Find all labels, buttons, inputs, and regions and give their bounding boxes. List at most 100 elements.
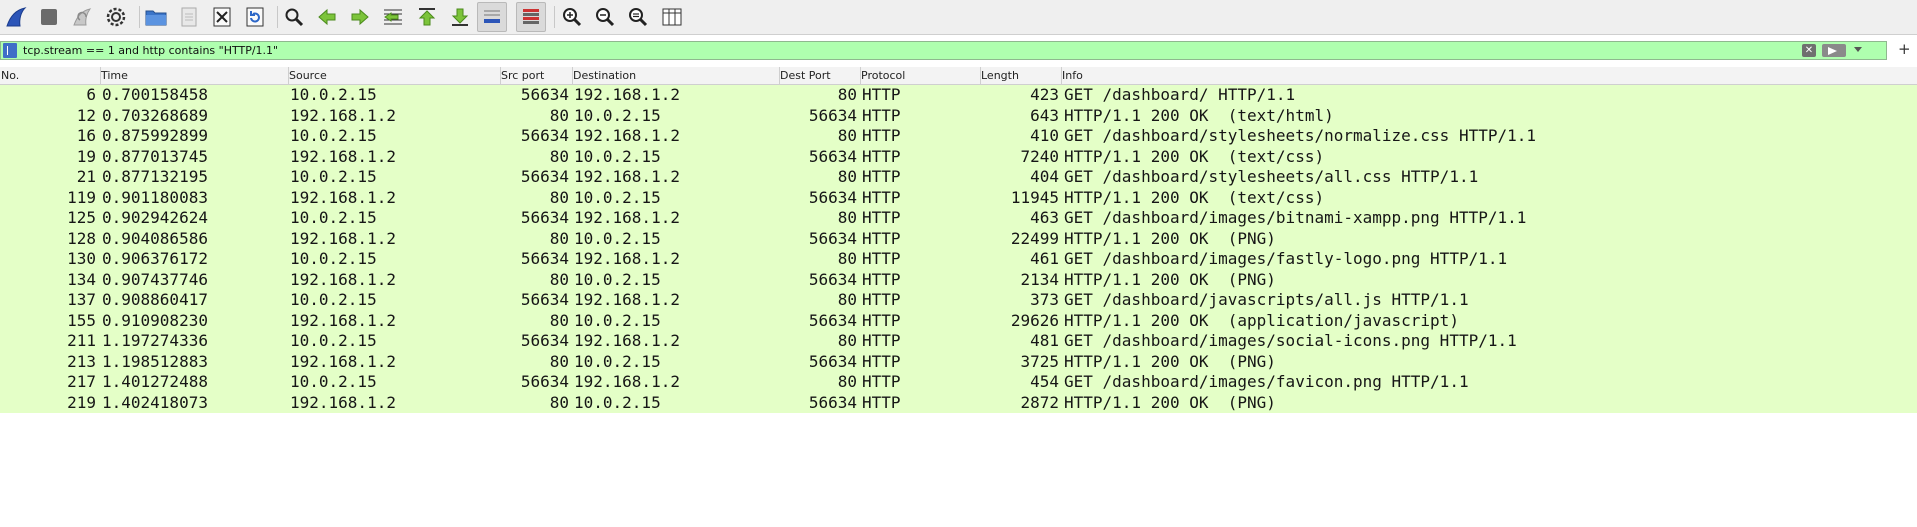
apply-filter-icon[interactable] — [1822, 44, 1846, 57]
filter-bookmark-icon[interactable] — [3, 43, 17, 58]
column-header-protocol[interactable]: Protocol — [860, 67, 980, 84]
cell-dest-port: 80 — [837, 126, 857, 145]
cell-time: 0.908860417 — [102, 290, 208, 309]
display-filter-text[interactable]: tcp.stream == 1 and http contains "HTTP/… — [23, 44, 278, 57]
cell-source: 10.0.2.15 — [290, 126, 377, 145]
cell-length: 410 — [1030, 126, 1059, 145]
packet-row[interactable]: 6 0.700158458 10.0.2.15 56634 192.168.1.2 80 H… — [0, 85, 1917, 106]
save-file-icon[interactable] — [174, 2, 204, 32]
cell-protocol: HTTP — [862, 228, 901, 248]
packet-row[interactable]: 219 1.402418073 192.168.1.2 80 10.0.2.15 5663… — [0, 392, 1917, 413]
packet-row[interactable]: 211 1.197274336 10.0.2.15 56634 192.168.1.2 8… — [0, 331, 1917, 352]
packet-row[interactable]: 130 0.906376172 10.0.2.15 56634 192.168.1.2 8… — [0, 249, 1917, 270]
packet-row[interactable]: 213 1.198512883 192.168.1.2 80 10.0.2.15 5663… — [0, 351, 1917, 372]
clear-filter-icon[interactable]: ✕ — [1802, 44, 1816, 57]
packet-list-header: No. Time Source Src port Destination Des… — [0, 67, 1917, 85]
cell-src-port: 80 — [549, 187, 569, 207]
cell-no: 219 — [67, 392, 96, 412]
column-header-info[interactable]: Info — [1061, 67, 1917, 84]
packet-row[interactable]: 155 0.910908230 192.168.1.2 80 10.0.2.15 5663… — [0, 310, 1917, 331]
shark-fin-start-icon[interactable] — [1, 2, 31, 32]
cell-dest-port: 56634 — [808, 146, 857, 166]
packet-row[interactable]: 19 0.877013745 192.168.1.2 80 10.0.2.15 56634… — [0, 146, 1917, 167]
cell-length: 423 — [1030, 85, 1059, 104]
cell-time: 0.703268689 — [102, 105, 208, 125]
column-header-destination[interactable]: Destination — [572, 67, 779, 84]
column-header-source[interactable]: Source — [288, 67, 500, 84]
cell-destination: 10.0.2.15 — [574, 269, 661, 289]
cell-source: 192.168.1.2 — [290, 146, 396, 166]
go-back-icon[interactable] — [312, 2, 342, 32]
display-filter-input[interactable]: tcp.stream == 1 and http contains "HTTP/… — [0, 41, 1887, 60]
cell-time: 0.877132195 — [102, 167, 208, 186]
reload-file-icon[interactable] — [240, 2, 270, 32]
zoom-in-icon[interactable] — [557, 2, 587, 32]
column-header-length[interactable]: Length — [980, 67, 1061, 84]
column-header-time[interactable]: Time — [100, 67, 288, 84]
cell-length: 373 — [1030, 290, 1059, 309]
cell-protocol: HTTP — [862, 269, 901, 289]
cell-src-port: 56634 — [520, 372, 569, 391]
packet-rows: 6 0.700158458 10.0.2.15 56634 192.168.1.2 80 H… — [0, 85, 1917, 413]
cell-info: GET /dashboard/images/social-icons.png H… — [1064, 331, 1517, 350]
cell-dest-port: 56634 — [808, 228, 857, 248]
packet-row[interactable]: 12 0.703268689 192.168.1.2 80 10.0.2.15 56634… — [0, 105, 1917, 126]
cell-no: 134 — [67, 269, 96, 289]
cell-dest-port: 80 — [837, 290, 857, 309]
cell-time: 1.197274336 — [102, 331, 208, 350]
cell-length: 463 — [1030, 208, 1059, 227]
cell-time: 1.401272488 — [102, 372, 208, 391]
packet-row[interactable]: 119 0.901180083 192.168.1.2 80 10.0.2.15 5663… — [0, 187, 1917, 208]
cell-info: GET /dashboard/javascripts/all.js HTTP/1… — [1064, 290, 1469, 309]
colorize-icon[interactable] — [516, 2, 546, 32]
main-toolbar — [0, 0, 1917, 35]
open-file-icon[interactable] — [141, 2, 171, 32]
cell-no: 12 — [76, 105, 96, 125]
cell-src-port: 56634 — [520, 167, 569, 186]
cell-destination: 192.168.1.2 — [574, 290, 680, 309]
packet-row[interactable]: 134 0.907437746 192.168.1.2 80 10.0.2.15 5663… — [0, 269, 1917, 290]
cell-length: 3725 — [1020, 351, 1059, 371]
cell-length: 643 — [1030, 105, 1059, 125]
zoom-out-icon[interactable] — [590, 2, 620, 32]
cell-protocol: HTTP — [862, 290, 901, 309]
cell-src-port: 80 — [549, 351, 569, 371]
cell-dest-port: 56634 — [808, 310, 857, 330]
column-header-dest-port[interactable]: Dest Port — [779, 67, 860, 84]
column-header-no[interactable]: No. — [0, 67, 100, 84]
filter-history-dropdown-icon[interactable] — [1854, 47, 1862, 52]
packet-row[interactable]: 128 0.904086586 192.168.1.2 80 10.0.2.15 5663… — [0, 228, 1917, 249]
column-header-src-port[interactable]: Src port — [500, 67, 572, 84]
packet-row[interactable]: 137 0.908860417 10.0.2.15 56634 192.168.1.2 8… — [0, 290, 1917, 311]
last-packet-icon[interactable] — [445, 2, 475, 32]
cell-source: 10.0.2.15 — [290, 208, 377, 227]
close-file-icon[interactable] — [207, 2, 237, 32]
cell-no: 211 — [67, 331, 96, 350]
cell-dest-port: 56634 — [808, 351, 857, 371]
packet-row[interactable]: 217 1.401272488 10.0.2.15 56634 192.168.1.2 8… — [0, 372, 1917, 393]
cell-source: 192.168.1.2 — [290, 228, 396, 248]
find-packet-icon[interactable] — [279, 2, 309, 32]
packet-row[interactable]: 21 0.877132195 10.0.2.15 56634 192.168.1.2 80… — [0, 167, 1917, 188]
restart-capture-icon[interactable] — [67, 2, 97, 32]
cell-time: 0.700158458 — [102, 85, 208, 104]
autoscroll-icon[interactable] — [477, 2, 507, 32]
packet-row[interactable]: 16 0.875992899 10.0.2.15 56634 192.168.1.2 80… — [0, 126, 1917, 147]
cell-no: 217 — [67, 372, 96, 391]
stop-capture-icon[interactable] — [34, 2, 64, 32]
packet-row[interactable]: 125 0.902942624 10.0.2.15 56634 192.168.1.2 8… — [0, 208, 1917, 229]
cell-no: 19 — [76, 146, 96, 166]
capture-options-icon[interactable] — [101, 2, 131, 32]
cell-info: HTTP/1.1 200 OK (PNG) — [1064, 392, 1276, 412]
cell-protocol: HTTP — [862, 126, 901, 145]
resize-columns-icon[interactable] — [657, 2, 687, 32]
cell-source: 10.0.2.15 — [290, 331, 377, 350]
go-forward-icon[interactable] — [345, 2, 375, 32]
go-to-packet-icon[interactable] — [378, 2, 408, 32]
first-packet-icon[interactable] — [412, 2, 442, 32]
cell-source: 192.168.1.2 — [290, 351, 396, 371]
cell-src-port: 80 — [549, 269, 569, 289]
cell-info: GET /dashboard/images/bitnami-xampp.png … — [1064, 208, 1527, 227]
normal-size-icon[interactable] — [623, 2, 653, 32]
add-filter-button[interactable]: + — [1898, 40, 1911, 58]
